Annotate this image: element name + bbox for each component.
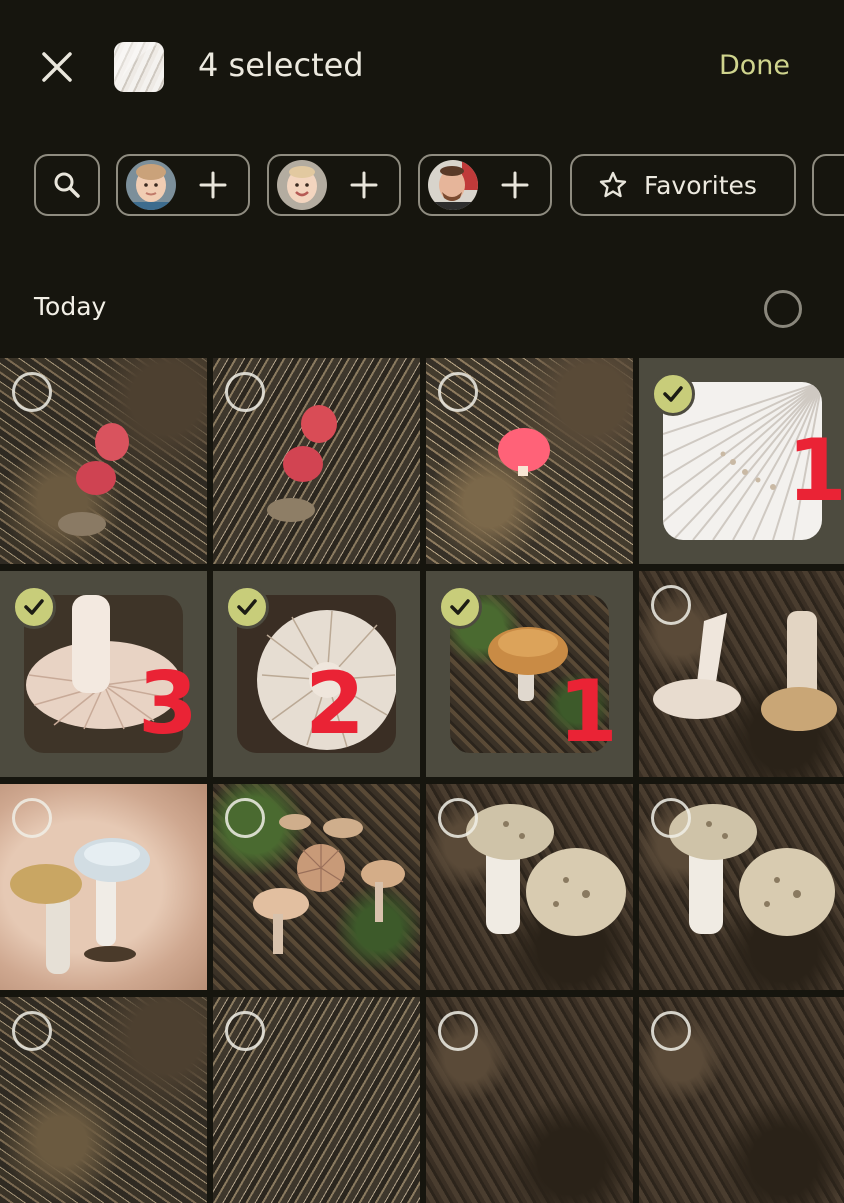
photo-tile[interactable] (639, 997, 844, 1203)
select-circle[interactable] (651, 585, 691, 625)
photo-tile[interactable] (0, 358, 207, 564)
annotation-number: 1 (558, 662, 618, 762)
select-circle[interactable] (12, 798, 52, 838)
select-circle[interactable] (651, 798, 691, 838)
more-filter-chip[interactable] (812, 154, 844, 216)
avatar (277, 160, 327, 210)
annotation-number: 2 (305, 654, 365, 754)
photo-tile[interactable] (0, 997, 207, 1203)
avatar (428, 160, 478, 210)
add-icon (350, 171, 378, 199)
photo-tile[interactable] (213, 997, 420, 1203)
checkmark-icon[interactable] (651, 372, 695, 416)
photo-tile[interactable] (639, 784, 844, 990)
photo-tile[interactable] (0, 784, 207, 990)
top-bar: 4 selected Done (0, 0, 844, 130)
photo-tile[interactable] (426, 358, 633, 564)
photo-tile[interactable] (426, 997, 633, 1203)
select-circle[interactable] (438, 798, 478, 838)
close-icon[interactable] (36, 46, 78, 88)
add-icon (199, 171, 227, 199)
select-circle[interactable] (651, 1011, 691, 1051)
photo-tile[interactable] (426, 784, 633, 990)
photo-grid: 1 3 2 1 (0, 358, 844, 1203)
photo-tile-selected[interactable]: 1 (426, 571, 633, 777)
annotation-number: 1 (787, 421, 844, 521)
selection-preview-thumbnail (114, 42, 164, 92)
section-title: Today (34, 292, 107, 321)
photo-tile[interactable] (213, 358, 420, 564)
select-circle[interactable] (12, 1011, 52, 1051)
photo-tile-selected[interactable]: 2 (213, 571, 420, 777)
select-circle[interactable] (12, 372, 52, 412)
photo-tile[interactable] (639, 571, 844, 777)
star-icon (599, 171, 627, 198)
favorites-chip[interactable]: Favorites (570, 154, 796, 216)
search-chip[interactable] (34, 154, 100, 216)
select-circle[interactable] (225, 1011, 265, 1051)
checkmark-icon[interactable] (12, 585, 56, 629)
select-circle[interactable] (438, 1011, 478, 1051)
photo-tile[interactable] (213, 784, 420, 990)
photo-tile-selected[interactable]: 3 (0, 571, 207, 777)
select-circle[interactable] (225, 372, 265, 412)
avatar (126, 160, 176, 210)
done-button[interactable]: Done (719, 50, 790, 81)
select-circle[interactable] (438, 372, 478, 412)
add-icon (501, 171, 529, 199)
checkmark-icon[interactable] (438, 585, 482, 629)
annotation-number: 3 (138, 654, 198, 754)
select-all-circle[interactable] (764, 290, 802, 328)
selected-count: 4 selected (198, 46, 364, 84)
person-chip-2[interactable] (267, 154, 401, 216)
select-circle[interactable] (225, 798, 265, 838)
person-chip-1[interactable] (116, 154, 250, 216)
favorites-label: Favorites (644, 170, 757, 200)
person-chip-3[interactable] (418, 154, 552, 216)
filter-chips: Favorites (0, 154, 844, 220)
checkmark-icon[interactable] (225, 585, 269, 629)
search-icon (54, 172, 80, 198)
photo-tile-selected[interactable]: 1 (639, 358, 844, 564)
